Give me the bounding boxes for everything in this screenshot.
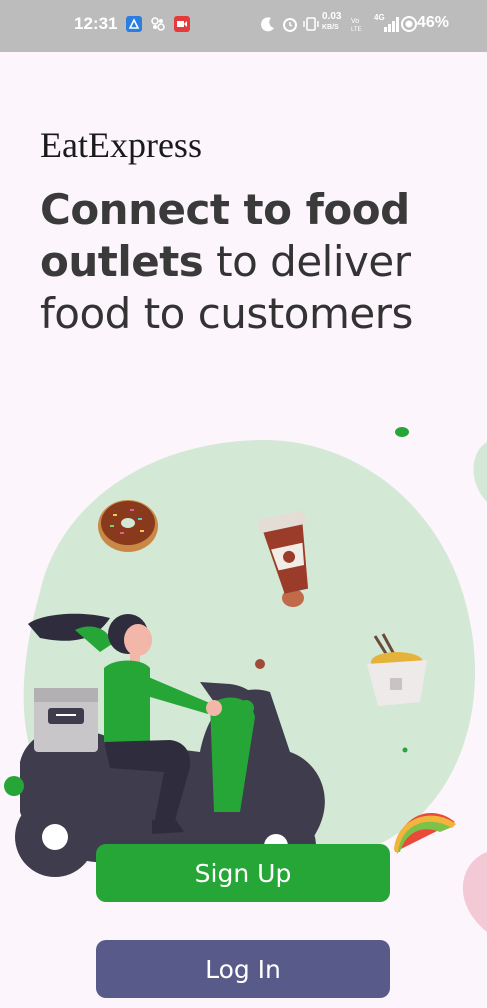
network-speed-unit: KB/S <box>322 24 339 31</box>
status-bar: 12:31 0.03 KB/S Vo LTE 4G 46% <box>0 0 487 52</box>
app-notification-icon <box>126 16 142 32</box>
network-speed-value: 0.03 <box>322 11 342 22</box>
svg-text:Vo: Vo <box>351 18 359 25</box>
signal-icon <box>384 17 399 32</box>
svg-text:LTE: LTE <box>351 27 362 32</box>
delivery-box-icon <box>34 688 98 752</box>
small-dot <box>255 659 265 669</box>
sync-icon <box>151 17 165 31</box>
battery-icon <box>401 16 417 32</box>
status-time: 12:31 <box>74 14 118 33</box>
onboarding-screen: EatExpress Connect to food outlets to de… <box>0 52 487 1008</box>
vibrate-icon <box>303 17 319 31</box>
network-speed: 0.03 KB/S <box>322 12 341 33</box>
sign-up-button[interactable]: Sign Up <box>96 844 390 902</box>
headline: Connect to food outlets to deliver food … <box>40 184 460 340</box>
video-recorder-icon <box>174 16 190 32</box>
right-edge-blob <box>473 442 487 502</box>
pink-blob <box>462 852 487 932</box>
battery-percent: 46% <box>417 14 450 31</box>
green-leaf <box>395 427 409 437</box>
donut-icon <box>98 500 158 552</box>
app-title: EatExpress <box>40 125 202 165</box>
moon-icon <box>261 17 274 32</box>
volte-icon: Vo LTE <box>351 18 362 32</box>
log-in-button[interactable]: Log In <box>96 940 390 998</box>
alarm-icon <box>283 18 297 32</box>
small-dot <box>402 747 408 753</box>
